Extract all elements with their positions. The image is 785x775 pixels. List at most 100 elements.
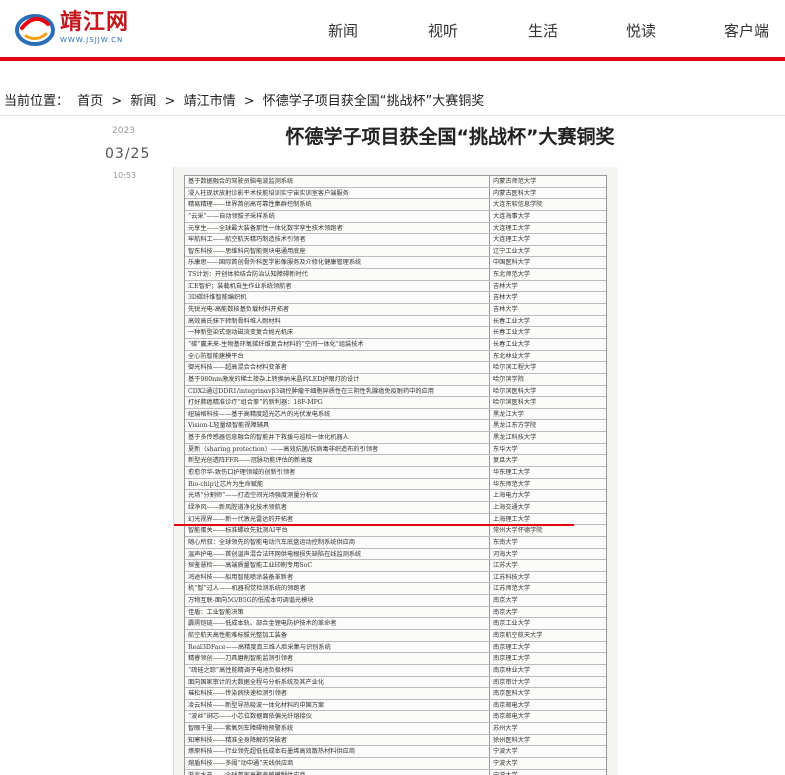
school-name: 宁波大学 (493, 760, 518, 768)
table-row: 新型光创透阵FFR——冠脉功能评估的新高度 复旦大学 (185, 455, 606, 468)
school-name: 南京邮电大学 (493, 713, 531, 721)
school-name: 江苏科技大学 (493, 573, 531, 581)
project-name: 智能蛋关——标准螺纹先批测AI平台 (185, 525, 490, 536)
table-row: 先锐光电-高能数核基负载材料开拓者 吉林大学 (185, 304, 606, 316)
table-row: 精睿领创——刀具磨削智能监测引领者 南京理工大学 (185, 653, 606, 665)
school-name: 南京工业大学 (493, 620, 531, 628)
project-name: 温声护电——首创温声混合法环网供电根损失缺陷在线监测系统 (185, 548, 490, 560)
project-name: 面向国家审计的大数据全程与分析系统及其产业化 (185, 676, 490, 688)
table-row: 探鉴慧检——高端质量智能工业印刷专用SoC 江苏大学 (185, 560, 606, 572)
school-name: 南京医科大学 (493, 690, 531, 698)
article-year: 2023 (112, 126, 135, 136)
project-name: 光场“分割师”——打造空间光场强度测量分析仪 (185, 490, 490, 501)
school-name: 宁波大学 (490, 770, 606, 775)
breadcrumb-news[interactable]: 新闻 (130, 94, 156, 109)
nav-video[interactable]: 视听 (428, 20, 458, 41)
project-name: 霹雳铠链——低成本轨、部合金锂电防护技术的革命者 (185, 618, 490, 629)
project-name: 知寒科技——精准全身降解的突破者 (185, 734, 490, 746)
table-row: 霹雳铠链——低成本轨、部合金锂电防护技术的革命者 南京工业大学 (185, 618, 606, 630)
school-name: 华东理工大学 (493, 469, 531, 477)
table-row: 精易精理——世界首创高可靠性集群控制系统 大连东软信息学院 (185, 199, 606, 211)
school-name: 哈尔滨医科大学 (493, 387, 537, 395)
nav-client[interactable]: 客户端 (724, 20, 769, 41)
project-name: 熔盾科技——多阈“动中通”天线供应商 (185, 758, 490, 769)
project-name: 元享生——全球最大装备那性一体化数字孪生技术领跑者 (185, 222, 490, 234)
table-row: 绿净风——新风腔道净化技术领航者 上海交通大学 (185, 501, 606, 514)
breadcrumb-prefix: 当前位置： (4, 94, 70, 109)
table-row: 打好肺癌精准诊疗“组合拳”的新利器：18F-MPG 哈尔滨医科大学 (185, 397, 606, 409)
school-name: 黑龙江东方学院 (493, 422, 537, 430)
school-name: 黑龙江科技大学 (493, 434, 537, 442)
breadcrumb-current[interactable]: 怀德学子项目获全国“挑战杯”大赛铜奖 (263, 94, 484, 109)
project-name: 智东科技——思维科向智能侧块电通用底座 (185, 245, 490, 257)
school-name: 内蒙古师范大学 (493, 178, 537, 185)
table-row: 万物互联-面向5G/B5G的低成本可调谐光模块 南京大学 (185, 595, 606, 607)
school-name: 大连理工大学 (493, 236, 531, 244)
project-name: 乐康思——国际首创骨外科医学影像服务及介修化健康管理系统 (185, 257, 490, 269)
table-row: “碳”赢未来-生物基环氧碳纤维复合材料的“空间一体化”组装技术 长春工业大学 (185, 338, 606, 351)
project-name: 燎原科技——行业领先超低低成本石墨烯高效散热材料供应商 (185, 746, 490, 758)
table-row: 智眼千里——紫氧列车障碍物预警系统 苏州大学 (185, 723, 606, 735)
school-name: 南京审计大学 (493, 678, 531, 686)
school-name: 江苏师范大学 (493, 585, 531, 593)
school-name: 哈尔滨学院 (493, 375, 524, 383)
school-name: 大连东软信息学院 (493, 201, 543, 209)
article-time: 10:53 (113, 171, 137, 180)
project-name: 全心防智能建模平台 (185, 350, 490, 362)
project-name: 御光科技——超高混合合材料变革者 (185, 362, 490, 373)
table-row: 浙兆水产——全球首家高聚养殖模糊供应商宁波大学 (185, 769, 606, 775)
project-name: 航空航天高性能难标拔光整加工装备 (185, 629, 490, 641)
project-name: 随心所驭：全球领先的智能电动汽车底盘运动控制系统供应商 (185, 536, 490, 548)
school-name: 复旦大学 (493, 457, 518, 465)
project-name: 3D碳纤维智能编织机 (185, 292, 490, 304)
table-row: 熔盾科技——多阈“动中通”天线供应商 宁波大学 (185, 758, 606, 770)
breadcrumb-home[interactable]: 首页 (77, 94, 103, 109)
article-title: 怀德学子项目获全国“挑战杯”大赛铜奖 (285, 126, 615, 148)
project-name: 基于数据融合的驾驶员脑电波监测系统 (185, 176, 490, 187)
school-name: 吉林大学 (493, 282, 518, 290)
project-name: “波丝”绑芯——小芯位数据面依偏光纤熔接仪 (185, 711, 490, 723)
table-row: 基于980nm激发的稀土掺杂上转换纳米晶的LED护眼灯的设计 哈尔滨学院 (185, 373, 606, 386)
table-row: 乐康思——国际首创骨外科医学影像服务及介修化健康管理系统 中国医科大学 (185, 257, 606, 270)
project-name: “云采”——自动领拔子采样系统 (185, 210, 490, 222)
project-name: 佳盾：工业智能决策 (185, 606, 490, 618)
school-name: 南京大学 (493, 608, 518, 616)
table-row: 随心所驭：全球领先的智能电动汽车底盘运动控制系统供应商 东南大学 (185, 536, 606, 549)
school-name: 东华大学 (493, 445, 518, 453)
project-name: 牢航科工——航空航天精巧制造技术引领者 (185, 234, 490, 245)
table-row: CDX2通过DDR1/integrinαvβ3调控肿瘤干细胞异质性在三阴性乳腺癌… (185, 385, 606, 398)
table-row: 纽瑞格科技——基于高精度超光芯片的光伏发电系统 黑龙江大学 (185, 408, 606, 421)
nav-news[interactable]: 新闻 (328, 20, 358, 41)
school-name: 南京邮电大学 (493, 701, 531, 709)
project-name: 万物互联-面向5G/B5G的低成本可调谐光模块 (185, 595, 490, 606)
school-name: 长春工业大学 (493, 317, 531, 325)
main-nav: 新闻 视听 生活 悦读 客户端 (0, 20, 785, 42)
school-name: 大连海事大学 (493, 212, 531, 220)
project-name: 高效高氏抹下转制骨料堆人耐材料 (185, 315, 490, 327)
project-name: 打好肺癌精准诊疗“组合拳”的新利器：18F-MPG (185, 397, 490, 408)
table-row: 鸿途科技——船用智能喷涂装备革新者 江苏科技大学 (185, 571, 606, 584)
school-name: 苏州大学 (493, 725, 518, 733)
project-name: Vision-L轻量级智能视障辅具 (185, 420, 490, 432)
table-row: 浸入柱现状放射诊影平术技能培训实宁宙实训室客户端服务 内蒙古医科大学 (185, 187, 606, 200)
breadcrumb-city[interactable]: 靖江市情 (184, 94, 236, 109)
nav-reading[interactable]: 悦读 (626, 20, 656, 41)
nav-life[interactable]: 生活 (528, 20, 558, 41)
project-name: 新型光创透阵FFR——冠脉功能评估的新高度 (185, 455, 490, 467)
site-header: 靖江网 WWW.JSJJW.CN 新闻 视听 生活 悦读 客户端 (0, 0, 785, 61)
table-row: 智东科技——思维科向智能侧块电通用底座 辽宁工业大学 (185, 245, 606, 258)
school-name: 黑龙江大学 (493, 410, 524, 418)
table-row: 夏新（sharing protection）——高效抗菌/抗病毒非织造布的引领者… (185, 443, 606, 456)
table-row: 基于数据融合的驾驶员脑电波监测系统 内蒙古师范大学 (185, 176, 606, 188)
project-name: “疏硅之踪”高性能精调子电池负极材料 (185, 664, 490, 676)
table-row: 高效高氏抹下转制骨料堆人耐材料 长春工业大学 (185, 315, 606, 328)
table-row: “波丝”绑芯——小芯位数据面依偏光纤熔接仪 南京邮电大学 (185, 711, 606, 724)
school-name: 长春工业大学 (493, 329, 531, 337)
project-name: 探鉴慧检——高端质量智能工业印刷专用SoC (185, 560, 490, 571)
table-row: “云采”——自动领拔子采样系统 大连海事大学 (185, 210, 606, 223)
school-name: 大连理工大学 (493, 224, 531, 232)
project-name: 汇E智护；装载机自生作业系统领航者 (185, 280, 490, 292)
table-row: 汇E智护；装载机自生作业系统领航者 吉林大学 (185, 280, 606, 293)
table-row: 佳盾：工业智能决策 南京大学 (185, 606, 606, 619)
table-row: Real3DFace——高精度真三维人脸采集与识别系统 南京理工大学 (185, 641, 606, 654)
